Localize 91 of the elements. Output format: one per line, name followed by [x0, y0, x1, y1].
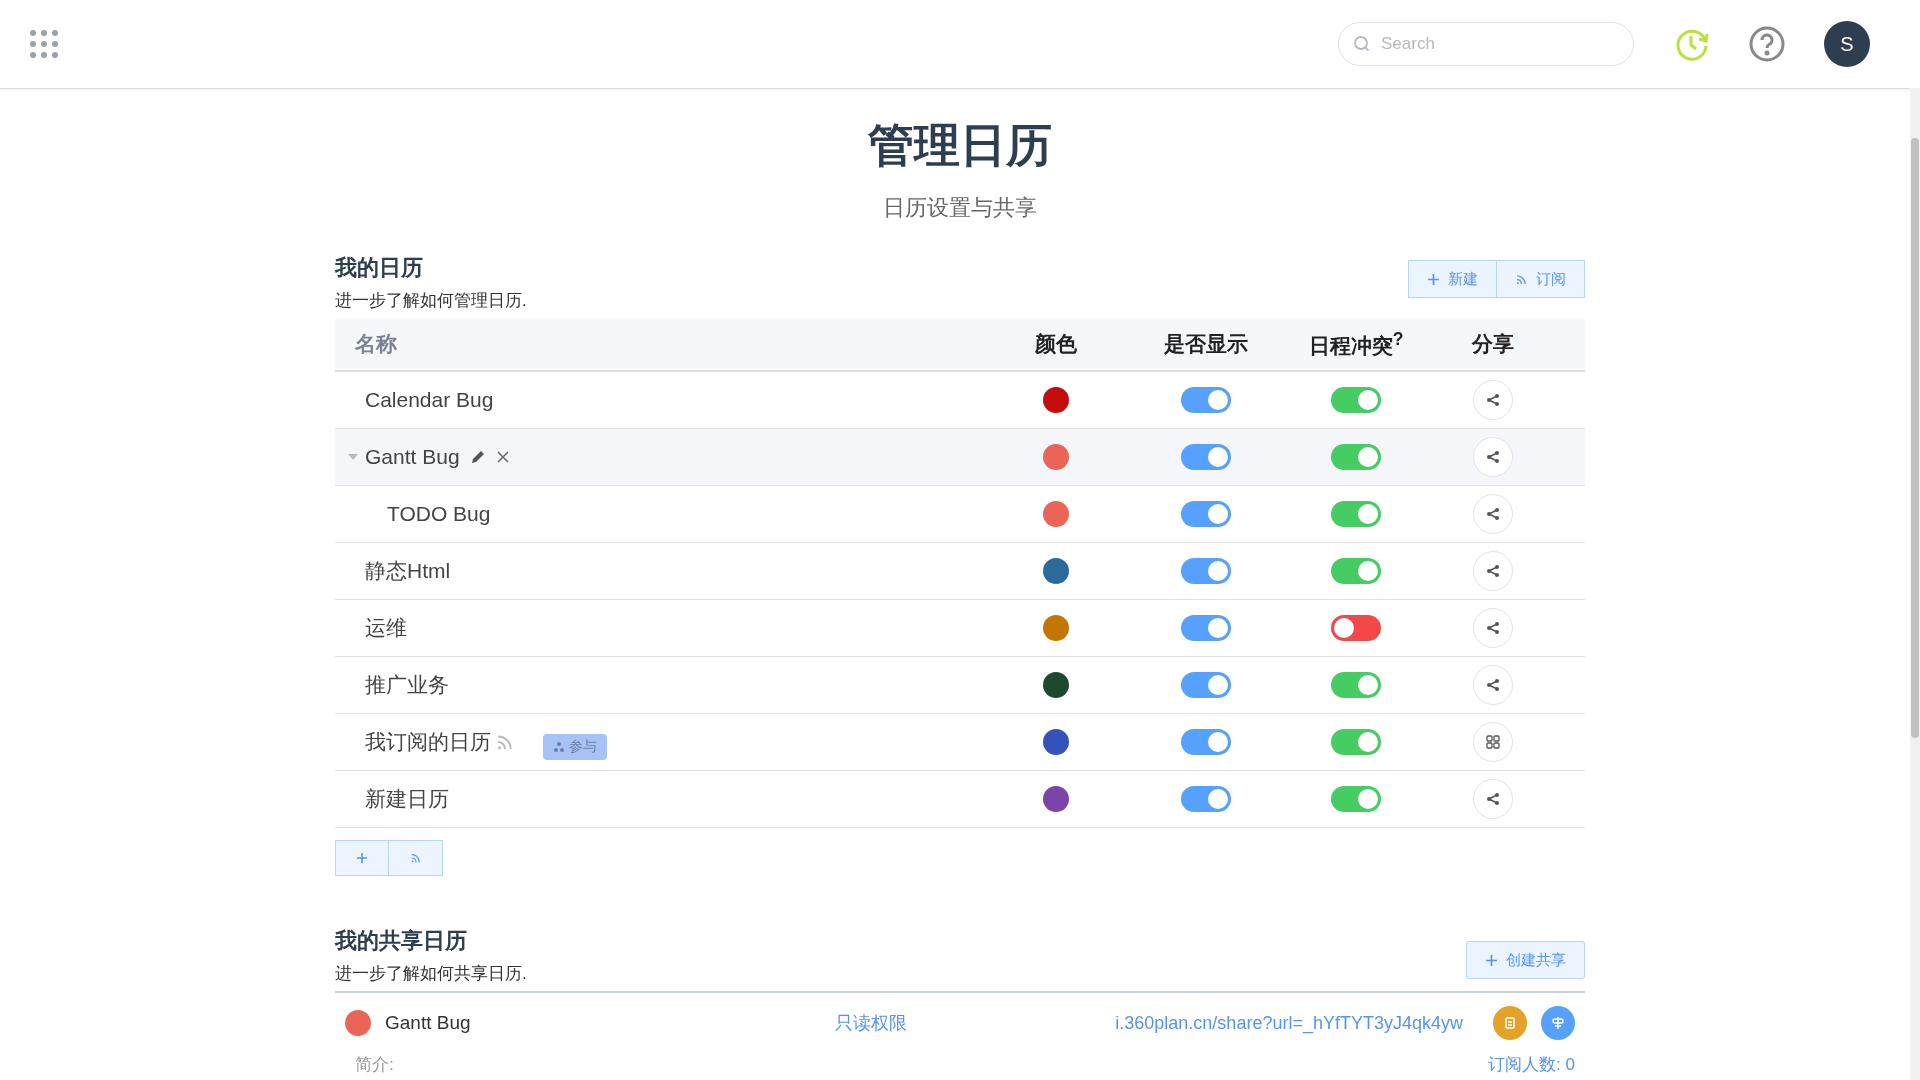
share-icon — [1485, 392, 1501, 408]
caret-icon[interactable] — [347, 453, 359, 461]
column-header: 分享 — [1470, 331, 1515, 357]
calendar-row[interactable]: Gantt Bug — [335, 429, 1585, 486]
calendar-name: Gantt Bug — [385, 1012, 472, 1034]
visibility-toggle[interactable] — [1181, 444, 1231, 470]
apps-menu-icon[interactable] — [28, 28, 60, 60]
column-header: 名称 — [354, 331, 398, 357]
column-header: 颜色 — [1034, 331, 1078, 357]
subscribe-button[interactable] — [389, 840, 443, 876]
plus-icon — [356, 852, 368, 864]
calendar-row[interactable]: TODO Bug — [335, 486, 1585, 543]
conflict-toggle[interactable] — [1331, 387, 1381, 413]
plus-icon — [1485, 953, 1498, 967]
plus-icon — [1427, 272, 1440, 286]
column-header: 日程冲突$^{?}$ — [1307, 328, 1405, 359]
visibility-toggle[interactable] — [1181, 501, 1231, 527]
user-avatar[interactable]: S — [1824, 21, 1870, 67]
help-text: 进一步了解如何共享日历. — [335, 963, 527, 985]
rss-icon — [495, 732, 515, 752]
rss-icon — [409, 852, 422, 864]
grid-icon — [1485, 734, 1501, 750]
intro-label: 简介: — [355, 1054, 394, 1076]
document-icon — [1503, 1016, 1517, 1030]
conflict-toggle[interactable] — [1331, 615, 1381, 641]
unlink-button[interactable] — [1541, 1006, 1575, 1040]
visibility-toggle[interactable] — [1181, 558, 1231, 584]
scrollbar[interactable] — [1910, 88, 1920, 1080]
visibility-toggle[interactable] — [1181, 729, 1231, 755]
share-button[interactable] — [1473, 608, 1513, 648]
color-dot[interactable] — [1043, 444, 1069, 470]
visibility-toggle[interactable] — [1181, 786, 1231, 812]
section-title: 我的共享日历 — [335, 927, 468, 955]
help-text: 进一步了解如何管理日历. — [335, 290, 527, 312]
conflict-toggle[interactable] — [1331, 444, 1381, 470]
calendar-name: TODO Bug — [387, 502, 491, 526]
grid-button[interactable] — [1473, 722, 1513, 762]
visibility-toggle[interactable] — [1181, 672, 1231, 698]
visibility-toggle[interactable] — [1181, 387, 1231, 413]
conflict-toggle[interactable] — [1331, 672, 1381, 698]
share-icon — [1485, 506, 1501, 522]
color-dot[interactable] — [1043, 558, 1069, 584]
participate-tag: 参与 — [543, 734, 607, 760]
calendar-name: Gantt Bug — [365, 445, 460, 469]
calendar-name: 新建日历 — [365, 786, 449, 812]
copy-button[interactable] — [1493, 1006, 1527, 1040]
share-button[interactable] — [1473, 380, 1513, 420]
color-dot[interactable] — [1043, 387, 1069, 413]
share-icon — [1485, 449, 1501, 465]
add-button[interactable] — [335, 840, 389, 876]
share-button[interactable] — [1473, 551, 1513, 591]
calendar-row[interactable]: 新建日历 — [335, 771, 1585, 828]
people-icon — [553, 741, 565, 753]
share-icon — [1485, 677, 1501, 693]
color-dot[interactable] — [1043, 786, 1069, 812]
help-icon[interactable] — [1748, 25, 1786, 63]
page-subtitle: 日历设置与共享 — [882, 194, 1038, 222]
share-icon — [1485, 563, 1501, 579]
conflict-toggle[interactable] — [1331, 729, 1381, 755]
conflict-toggle[interactable] — [1331, 786, 1381, 812]
calendar-name: 推广业务 — [365, 672, 449, 698]
calendar-row[interactable]: 推广业务 — [335, 657, 1585, 714]
share-icon — [1485, 791, 1501, 807]
calendar-row[interactable]: 运维 — [335, 600, 1585, 657]
calendar-row[interactable]: 静态Html — [335, 543, 1585, 600]
column-header: 是否显示 — [1163, 331, 1249, 357]
color-dot[interactable] — [1043, 729, 1069, 755]
share-button[interactable] — [1473, 437, 1513, 477]
color-dot[interactable] — [1043, 615, 1069, 641]
page-title: 管理日历 — [867, 118, 1053, 173]
share-button[interactable] — [1473, 665, 1513, 705]
visibility-toggle[interactable] — [1181, 615, 1231, 641]
section-title: 我的日历 — [335, 254, 424, 282]
pencil-icon[interactable] — [469, 449, 486, 465]
color-dot[interactable] — [1043, 672, 1069, 698]
calendar-name: 运维 — [365, 615, 407, 641]
calendar-name: 我订阅的日历 — [365, 729, 491, 755]
calendar-row[interactable]: 我订阅的日历 参与 — [335, 714, 1585, 771]
calendar-name: 静态Html — [365, 558, 451, 584]
share-button[interactable] — [1473, 494, 1513, 534]
conflict-toggle[interactable] — [1331, 501, 1381, 527]
close-icon[interactable] — [495, 450, 510, 464]
share-button[interactable] — [1473, 779, 1513, 819]
rss-icon — [1515, 272, 1528, 286]
link-icon — [1551, 1016, 1565, 1030]
search-icon — [1353, 35, 1371, 53]
share-icon — [1485, 620, 1501, 636]
color-dot[interactable] — [1043, 501, 1069, 527]
subscriber-count: 订阅人数: 0 — [1488, 1054, 1575, 1076]
conflict-toggle[interactable] — [1331, 558, 1381, 584]
calendar-name: Calendar Bug — [365, 388, 494, 412]
